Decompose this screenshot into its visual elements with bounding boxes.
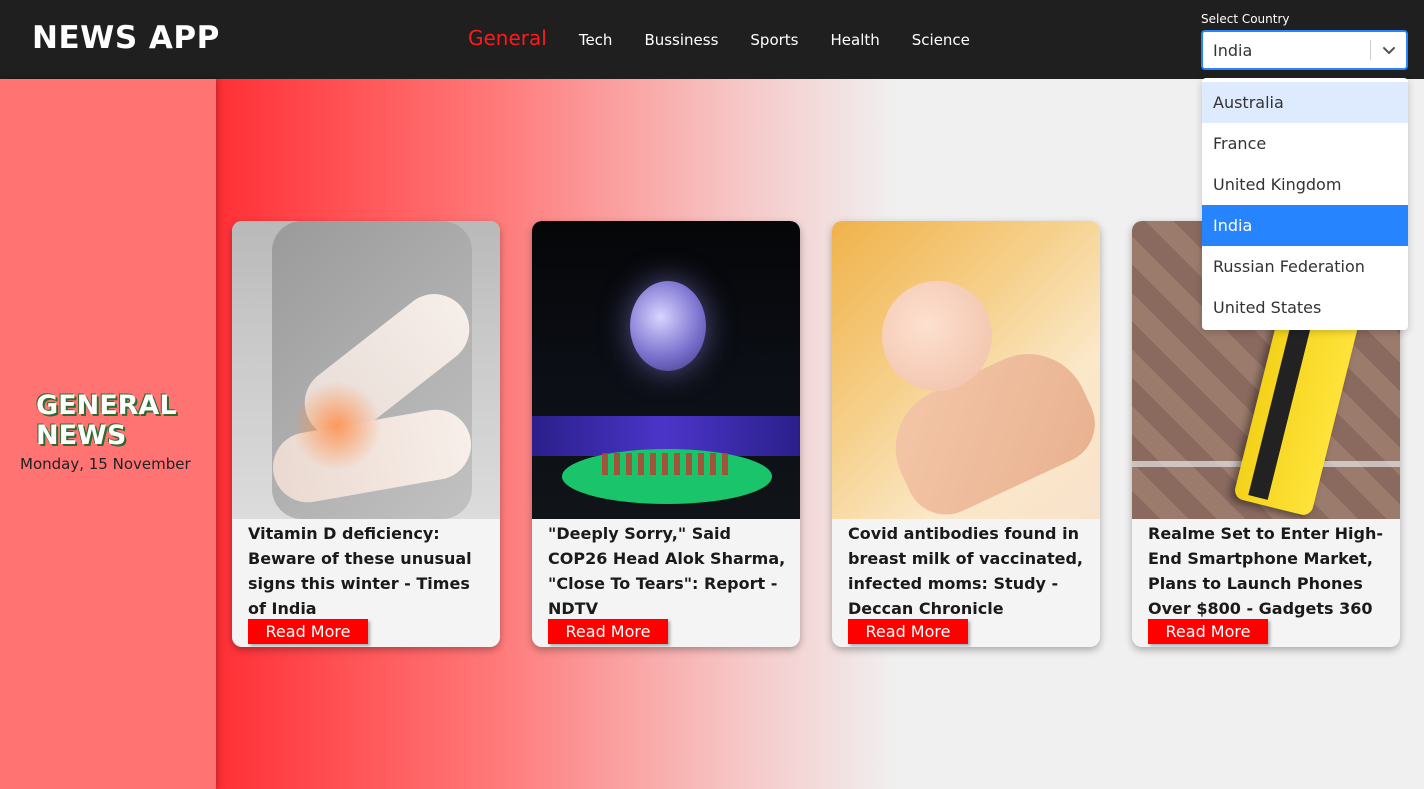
country-select-label: Select Country bbox=[1201, 12, 1290, 26]
sidebar-date: Monday, 15 November bbox=[20, 455, 191, 473]
baby-hand-photo bbox=[832, 221, 1100, 519]
news-card-title: "Deeply Sorry," Said COP26 Head Alok Sha… bbox=[548, 524, 786, 618]
nav-health[interactable]: Health bbox=[831, 31, 880, 49]
nav-tech[interactable]: Tech bbox=[579, 31, 613, 49]
read-more-button[interactable]: Read More bbox=[548, 619, 668, 644]
news-card: Vitamin D deficiency: Beware of these un… bbox=[232, 221, 500, 647]
news-card: "Deeply Sorry," Said COP26 Head Alok Sha… bbox=[532, 221, 800, 647]
nav-general[interactable]: General bbox=[468, 26, 547, 50]
country-option-united-kingdom[interactable]: United Kingdom bbox=[1202, 164, 1408, 205]
nav-business[interactable]: Bussiness bbox=[644, 31, 718, 49]
sidebar-title-line2: NEWS bbox=[36, 420, 127, 451]
select-separator bbox=[1370, 40, 1371, 60]
country-option-united-states[interactable]: United States bbox=[1202, 287, 1408, 328]
country-option-russian-federation[interactable]: Russian Federation bbox=[1202, 246, 1408, 287]
news-card-title: Vitamin D deficiency: Beware of these un… bbox=[248, 524, 472, 618]
news-card: Covid antibodies found in breast milk of… bbox=[832, 221, 1100, 647]
globe-event-photo bbox=[532, 221, 800, 519]
top-navbar: NEWS APP General Tech Bussiness Sports H… bbox=[0, 0, 1424, 79]
sidebar-title-line1: GENERAL bbox=[36, 390, 177, 421]
country-option-australia[interactable]: Australia bbox=[1202, 82, 1408, 123]
country-select[interactable]: India bbox=[1201, 30, 1408, 70]
nav-sports[interactable]: Sports bbox=[750, 31, 798, 49]
news-card-title: Realme Set to Enter High-End Smartphone … bbox=[1148, 524, 1383, 618]
category-sidebar: GENERAL NEWS Monday, 15 November bbox=[0, 79, 216, 789]
country-option-india[interactable]: India bbox=[1202, 205, 1408, 246]
read-more-button[interactable]: Read More bbox=[848, 619, 968, 644]
country-option-france[interactable]: France bbox=[1202, 123, 1408, 164]
read-more-button[interactable]: Read More bbox=[1148, 619, 1268, 644]
news-card-title: Covid antibodies found in breast milk of… bbox=[848, 524, 1084, 618]
sidebar-title: GENERAL NEWS bbox=[36, 391, 177, 451]
elbow-pain-photo bbox=[232, 221, 500, 519]
country-dropdown-menu: Australia France United Kingdom India Ru… bbox=[1202, 78, 1408, 330]
chevron-down-icon[interactable] bbox=[1379, 40, 1399, 60]
read-more-button[interactable]: Read More bbox=[248, 619, 368, 644]
country-select-value: India bbox=[1213, 41, 1253, 60]
category-nav: General Tech Bussiness Sports Health Sci… bbox=[468, 26, 1002, 50]
nav-science[interactable]: Science bbox=[912, 31, 970, 49]
app-brand[interactable]: NEWS APP bbox=[32, 20, 220, 56]
